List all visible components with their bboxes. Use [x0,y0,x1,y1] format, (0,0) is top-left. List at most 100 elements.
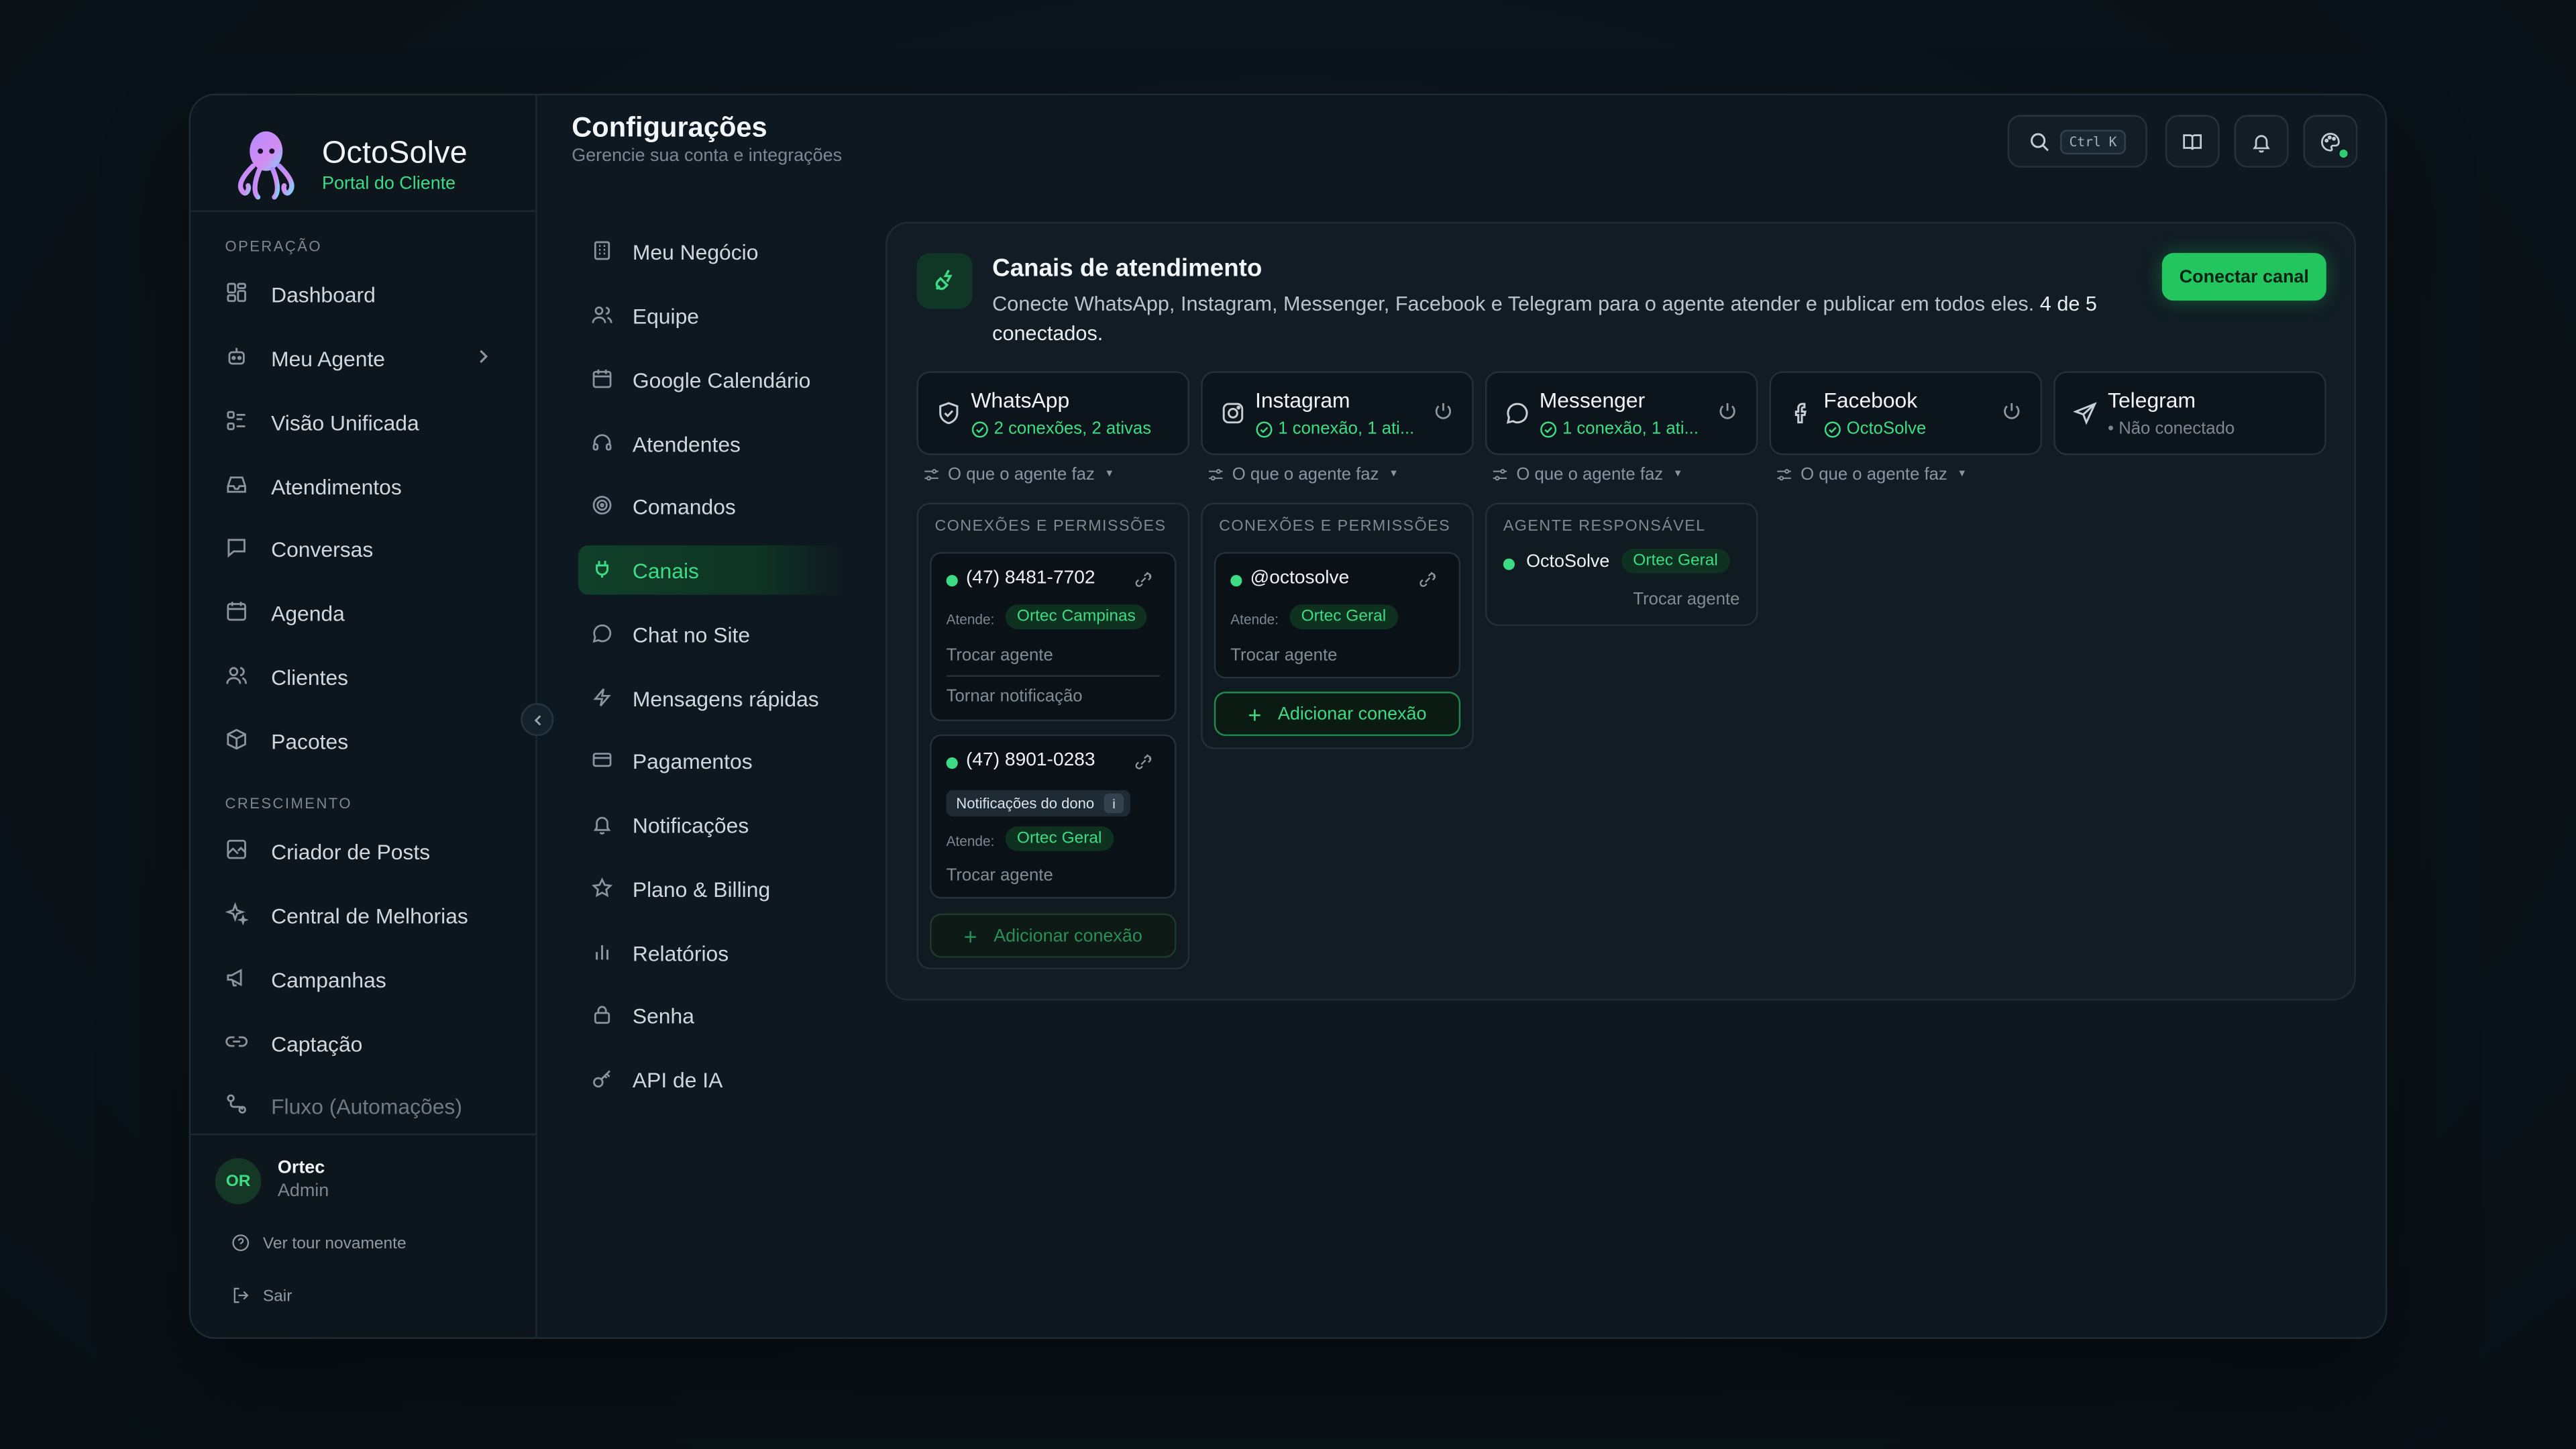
settings-item-label: Mensagens rápidas [632,686,819,711]
settings-item-label: Canais [632,557,699,583]
channel-status-text: OctoSolve [1846,419,1927,439]
settings-item-canais[interactable]: Canais [578,545,845,595]
zap-icon [592,687,614,710]
section-label-crescimento: CRESCIMENTO [225,795,352,812]
sidebar-item-pacotes[interactable]: Pacotes [210,714,519,767]
connection-number: (47) 8481-7702 [966,568,1095,588]
settings-item-relatorios[interactable]: Relatórios [578,928,841,977]
chevron-right-icon [473,347,492,366]
sidebar-item-fluxo[interactable]: Fluxo (Automações) [210,1079,519,1132]
send-icon [2073,401,2100,427]
sidebar-item-captacao[interactable]: Captação [210,1017,519,1069]
settings-item-api-de-ia[interactable]: API de IA [578,1055,841,1104]
brand-name: OctoSolve [322,136,468,170]
add-connection-button[interactable]: + Adicionar conexão [1214,692,1461,737]
settings-item-equipe[interactable]: Equipe [578,290,841,339]
settings-item-senha[interactable]: Senha [578,991,841,1040]
power-icon[interactable] [1433,401,1456,424]
add-connection-button[interactable]: + Adicionar conexão [930,913,1177,958]
settings-item-google-calendario[interactable]: Google Calendário [578,355,841,404]
sidebar-item-meu-agente[interactable]: Meu Agente [210,332,519,384]
agent-responsible-label: AGENTE RESPONSÁVEL [1503,517,1706,536]
sidebar-item-label: Atendimentos [271,474,402,499]
check-circle-icon [1823,420,1841,438]
chat-icon [225,535,252,561]
sidebar-item-criador-de-posts[interactable]: Criador de Posts [210,824,519,877]
sidebar-item-campanhas[interactable]: Campanhas [210,953,519,1005]
search-button[interactable]: Ctrl K [2007,115,2147,168]
agent-pill[interactable]: Ortec Geral [1289,604,1398,629]
agent-pill[interactable]: Ortec Geral [1005,826,1114,851]
logout-link[interactable]: Sair [231,1287,292,1306]
section-label-operacao: OPERAÇÃO [225,238,323,255]
notifications-button[interactable] [2234,115,2289,168]
page-name: OctoSolve [1526,551,1610,572]
caret-down-icon: ▼ [1957,470,1968,480]
channel-status: 1 conexão, 1 ati... [1255,419,1414,439]
agent-pill[interactable]: Ortec Campinas [1005,604,1148,629]
trocar-agente-link[interactable]: Trocar agente [947,866,1053,885]
brand-subtitle: Portal do Cliente [322,173,456,193]
trocar-agente-link[interactable]: Trocar agente [947,645,1053,665]
sliders-icon [1492,466,1510,484]
channel-instagram[interactable]: Instagram 1 conexão, 1 ati... [1201,371,1474,455]
avatar[interactable]: OR [215,1158,262,1205]
settings-item-meu-negocio[interactable]: Meu Negócio [578,227,841,276]
agent-pill[interactable]: Ortec Geral [1621,548,1730,574]
channel-messenger[interactable]: Messenger 1 conexão, 1 ati... [1485,371,1758,455]
app-window: OctoSolve Portal do Cliente OPERAÇÃO Das… [189,93,2387,1339]
sidebar-item-clientes[interactable]: Clientes [210,651,519,703]
channel-facebook[interactable]: Facebook OctoSolve [1769,371,2043,455]
agent-actions-dropdown[interactable]: O que o agente faz ▼ [1492,465,1683,484]
power-icon[interactable] [1717,401,1739,424]
tour-link[interactable]: Ver tour novamente [231,1234,407,1253]
settings-item-plano-billing[interactable]: Plano & Billing [578,864,841,913]
agent-actions-dropdown[interactable]: O que o agente faz ▼ [923,465,1114,484]
sidebar-item-label: Central de Melhorias [271,902,468,928]
sidebar-item-agenda[interactable]: Agenda [210,586,519,639]
trocar-agente-link[interactable]: Trocar agente [1633,590,1739,609]
collapse-sidebar-button[interactable] [521,703,554,737]
unlink-icon[interactable] [1417,570,1439,592]
sidebar-item-dashboard[interactable]: Dashboard [210,268,519,320]
tornar-notificacao-link[interactable]: Tornar notificação [947,687,1083,706]
settings-item-label: Relatórios [632,941,729,965]
online-status-dot [2337,148,2350,160]
connect-channel-button[interactable]: Conectar canal [2161,253,2326,301]
channel-name: Instagram [1255,387,1350,413]
info-icon[interactable]: i [1104,793,1124,814]
sidebar-item-conversas[interactable]: Conversas [210,523,519,575]
bot-icon [225,345,252,371]
star-icon [591,877,614,900]
docs-button[interactable] [2165,115,2220,168]
channel-whatsapp[interactable]: WhatsApp 2 conexões, 2 ativas [916,371,1190,455]
channel-telegram[interactable]: Telegram • Não conectado [2053,371,2326,455]
unlink-icon[interactable] [1134,753,1155,774]
settings-item-label: Google Calendário [632,367,811,392]
settings-item-notificacoes[interactable]: Notificações [578,800,841,849]
settings-item-atendentes[interactable]: Atendentes [578,419,841,468]
unlink-icon[interactable] [1134,570,1155,592]
settings-item-mensagens-rapidas[interactable]: Mensagens rápidas [578,674,841,722]
power-icon[interactable] [2001,401,2024,424]
active-status-dot [1230,575,1242,587]
sidebar-item-central-de-melhorias[interactable]: Central de Melhorias [210,889,519,941]
caret-down-icon: ▼ [1104,470,1115,480]
trocar-agente-link[interactable]: Trocar agente [1230,645,1337,665]
sidebar-item-label: Fluxo (Automações) [271,1093,462,1118]
agent-actions-dropdown[interactable]: O que o agente faz ▼ [1208,465,1399,484]
settings-item-comandos[interactable]: Comandos [578,482,841,531]
settings-item-label: Chat no Site [632,621,751,647]
chevron-left-icon [530,712,545,727]
caret-down-icon: ▼ [1672,470,1683,480]
theme-button[interactable] [2303,115,2358,168]
brand[interactable]: OctoSolve Portal do Cliente [230,115,468,213]
facebook-icon [1789,401,1815,427]
agent-actions-dropdown[interactable]: O que o agente faz ▼ [1776,465,1967,484]
connection-item: @octosolve Atende: Ortec Geral Trocar ag… [1214,551,1461,679]
settings-item-pagamentos[interactable]: Pagamentos [578,736,841,785]
check-circle-icon [1255,420,1273,438]
sidebar-item-visao-unificada[interactable]: Visão Unificada [210,396,519,448]
settings-item-chat-no-site[interactable]: Chat no Site [578,610,841,659]
sidebar-item-atendimentos[interactable]: Atendimentos [210,460,519,513]
